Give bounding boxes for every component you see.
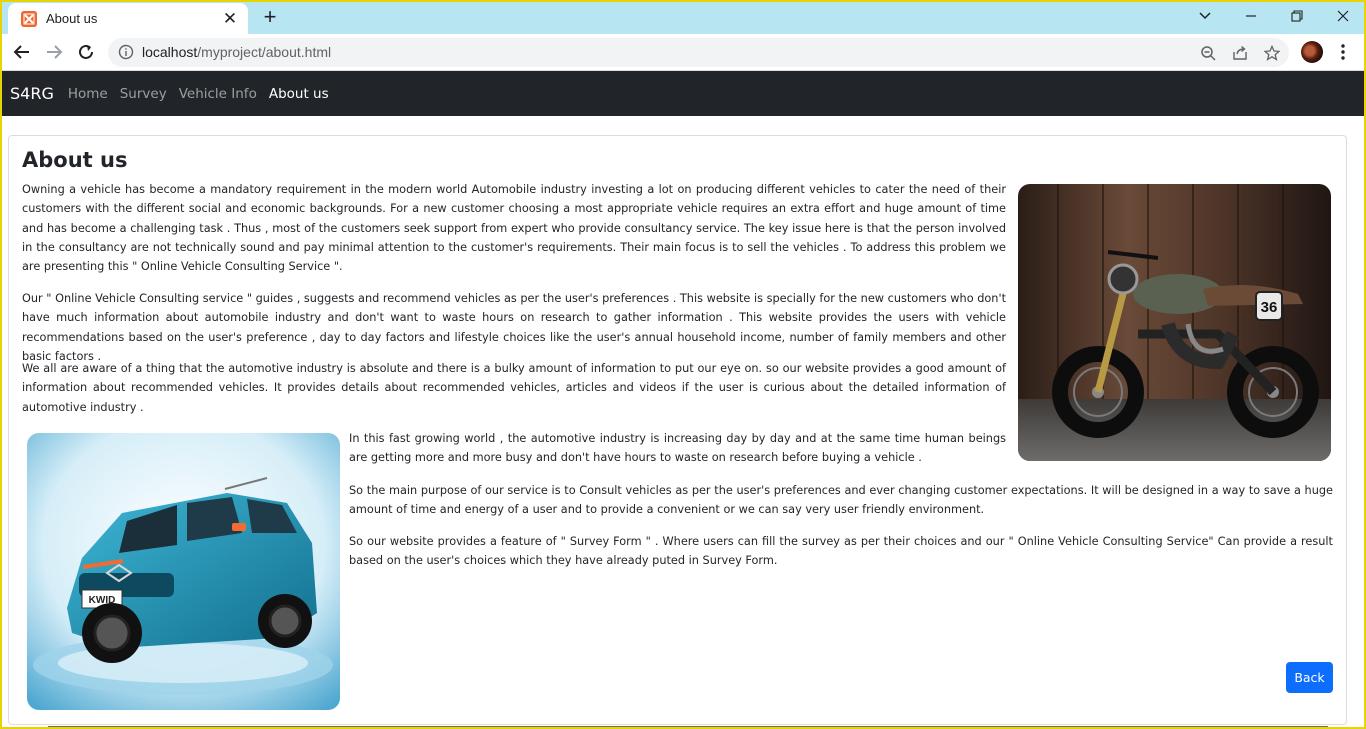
tab-close-icon[interactable]: ✕ [220, 9, 240, 29]
minimize-icon[interactable] [1228, 3, 1274, 29]
xampp-favicon-icon [21, 10, 37, 27]
close-window-icon[interactable] [1320, 3, 1366, 29]
site-navbar: S4RG Home Survey Vehicle Info About us [0, 71, 1366, 116]
url-text[interactable]: localhost/myproject/about.html [142, 44, 331, 60]
forward-arrow-icon[interactable] [40, 38, 68, 66]
bookmark-star-icon[interactable] [1262, 43, 1282, 63]
paragraph-purpose: So the main purpose of our service is to… [349, 484, 1333, 517]
url-path: /myproject/about.html [197, 44, 332, 60]
reload-icon[interactable] [72, 38, 100, 66]
share-icon[interactable] [1230, 43, 1250, 63]
page-scroll-edge [48, 726, 1328, 727]
paragraph-survey-feature: So our website provides a feature of " S… [349, 535, 1333, 568]
paragraph-information: We all are aware of a thing that the aut… [22, 362, 1006, 414]
back-arrow-icon[interactable] [8, 38, 36, 66]
more-menu-icon[interactable] [1333, 42, 1353, 62]
paragraph-service: Our " Online Vehicle Consulting service … [22, 292, 1006, 363]
tab-strip: About us ✕ + [0, 0, 1366, 34]
paragraph-intro: Owning a vehicle has become a mandatory … [22, 183, 1006, 274]
nav-link-vehicle-info[interactable]: Vehicle Info [179, 86, 257, 102]
url-host: localhost [142, 44, 198, 60]
paragraph-growing-world: In this fast growing world , the automot… [349, 432, 1006, 465]
page-title: About us [22, 148, 128, 172]
nav-link-survey[interactable]: Survey [120, 86, 167, 102]
address-bar[interactable]: localhost/myproject/about.html [108, 38, 1289, 67]
bike-number-plate: 36 [1261, 299, 1278, 316]
tab-about-us[interactable]: About us ✕ [8, 3, 248, 34]
info-icon[interactable] [118, 44, 134, 60]
tab-title: About us [46, 11, 98, 26]
nav-link-about-us[interactable]: About us [269, 86, 329, 102]
new-tab-button[interactable]: + [258, 4, 282, 29]
zoom-icon[interactable] [1198, 43, 1218, 63]
car-image: KWID [27, 433, 340, 710]
back-button[interactable]: Back [1286, 662, 1333, 693]
brand-logo[interactable]: S4RG [10, 84, 54, 103]
tab-search-chevron-icon[interactable] [1182, 3, 1228, 29]
profile-avatar[interactable] [1301, 41, 1323, 63]
browser-toolbar: localhost/myproject/about.html [0, 34, 1366, 71]
restore-icon[interactable] [1274, 3, 1320, 29]
nav-links: Home Survey Vehicle Info About us [68, 86, 341, 102]
motorcycle-image: 36 [1018, 184, 1331, 461]
nav-link-home[interactable]: Home [68, 86, 108, 102]
